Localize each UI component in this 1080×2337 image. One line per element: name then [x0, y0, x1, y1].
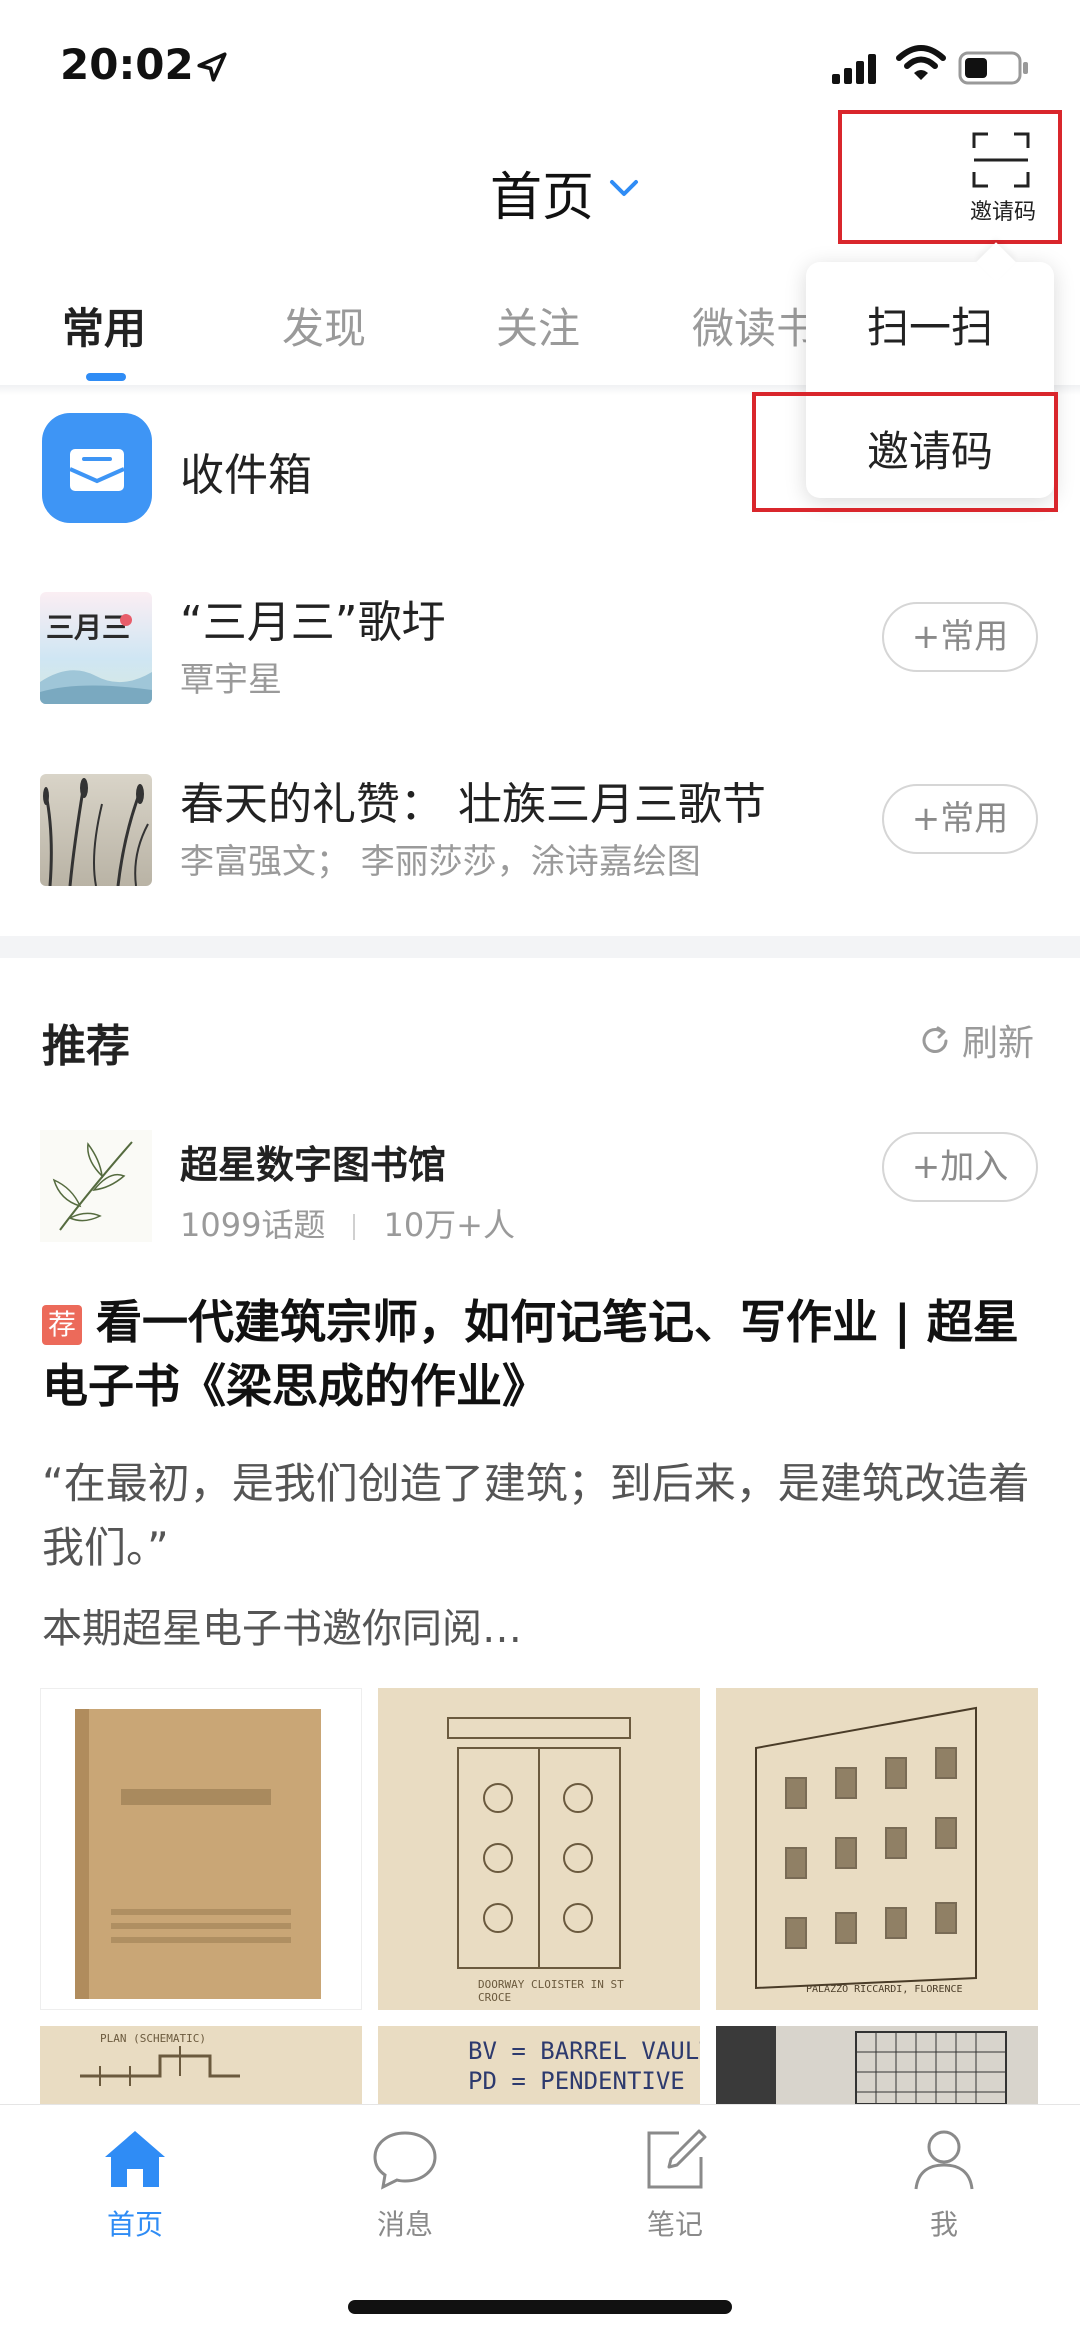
refresh-button[interactable]: 刷新	[962, 1014, 1034, 1066]
page-title[interactable]: 首页	[490, 155, 594, 230]
profile-icon	[914, 2130, 974, 2190]
image-caption: BV = BARREL VAULT. PD = PENDENTIVE DOME	[468, 2037, 700, 2095]
image-caption: DOORWAY CLOISTER IN ST CROCE	[478, 1978, 624, 2004]
nav-profile[interactable]: 我	[864, 2123, 1024, 2243]
nav-messages[interactable]: 消息	[325, 2123, 485, 2243]
article-image[interactable]: PALAZZO RICCARDI, FLORENCE	[716, 1688, 1038, 2010]
top-header: 首页 邀请码	[0, 110, 1080, 270]
chevron-down-icon[interactable]	[606, 170, 642, 206]
book-title: “三月三”歌圩	[180, 597, 446, 648]
inbox-label: 收件箱	[180, 450, 312, 501]
add-frequent-button[interactable]: +常用	[882, 784, 1038, 854]
tab-weidushu[interactable]: 微读书	[692, 295, 818, 356]
library-topics: 1099话题	[180, 1206, 326, 1244]
article-title-text: 看一代建筑宗师，如何记笔记、写作业 | 超星电子书《梁思成的作业》	[42, 1295, 1019, 1413]
tab-active-indicator	[86, 373, 126, 381]
scan-label: 邀请码	[969, 200, 1036, 225]
book-cover: 三月三	[40, 592, 152, 704]
refresh-icon[interactable]	[918, 1024, 952, 1058]
invite-code-highlight	[752, 392, 1058, 512]
article-intro: 本期超星电子书邀你同阅…	[42, 1606, 522, 1652]
tab-discover[interactable]: 发现	[282, 295, 366, 356]
scan-button-highlight[interactable]: 邀请码	[838, 110, 1062, 244]
list-item[interactable]: 三月三 “三月三”歌圩 覃宇星 +常用	[0, 580, 1080, 730]
book-author: 李富强文； 李丽莎莎，涂诗嘉绘图	[180, 842, 701, 882]
nav-label: 消息	[376, 2208, 433, 2241]
library-name[interactable]: 超星数字图书馆	[180, 1134, 446, 1189]
book-author: 覃宇星	[180, 660, 282, 700]
home-indicator	[348, 2300, 732, 2314]
article-quote: “在最初，是我们创造了建筑；到后来，是建筑改造着我们。”	[42, 1459, 1030, 1572]
image-caption: PALAZZO RICCARDI, FLORENCE	[806, 1984, 963, 1995]
article-image[interactable]	[40, 1688, 362, 2010]
article-image[interactable]	[716, 2026, 1038, 2104]
section-divider	[0, 936, 1080, 958]
status-time: 20:02	[60, 40, 194, 89]
add-frequent-button[interactable]: +常用	[882, 602, 1038, 672]
inbox-icon	[42, 413, 152, 523]
book-title: 春天的礼赞： 壮族三月三歌节	[180, 779, 766, 830]
book-cover	[40, 774, 152, 886]
scan-icon[interactable]	[972, 132, 1030, 188]
battery-icon	[958, 51, 1028, 85]
join-button[interactable]: +加入	[882, 1132, 1038, 1202]
note-icon	[647, 2129, 707, 2189]
library-members: 10万+人	[383, 1206, 515, 1244]
menu-item-scan[interactable]: 扫一扫	[806, 294, 1054, 355]
article-title[interactable]: 荐看一代建筑宗师，如何记笔记、写作业 | 超星电子书《梁思成的作业》	[42, 1290, 1042, 1418]
message-icon	[373, 2131, 437, 2190]
location-arrow-icon	[197, 52, 227, 82]
home-icon	[105, 2131, 165, 2187]
wifi-icon	[896, 45, 946, 80]
recommend-heading: 推荐	[42, 1021, 130, 1072]
library-meta: 1099话题 10万+人	[180, 1200, 515, 1246]
nav-home[interactable]: 首页	[55, 2123, 215, 2243]
nav-notes[interactable]: 笔记	[595, 2123, 755, 2243]
article-image[interactable]: DOORWAY CLOISTER IN ST CROCE	[378, 1688, 700, 2010]
nav-label: 首页	[106, 2208, 163, 2241]
tab-follow[interactable]: 关注	[496, 295, 580, 356]
list-item[interactable]: 春天的礼赞： 壮族三月三歌节 李富强文； 李丽莎莎，涂诗嘉绘图 +常用	[0, 762, 1080, 912]
tab-frequent[interactable]: 常用	[62, 295, 146, 356]
meta-divider	[353, 1214, 356, 1240]
article-image[interactable]: PLAN (SCHEMATIC)	[40, 2026, 362, 2104]
recommend-badge: 荐	[42, 1305, 82, 1345]
library-avatar[interactable]	[40, 1130, 152, 1242]
article-image[interactable]: BV = BARREL VAULT. PD = PENDENTIVE DOME	[378, 2026, 700, 2104]
cellular-signal-icon	[832, 54, 876, 84]
nav-label: 我	[929, 2208, 958, 2241]
nav-label: 笔记	[646, 2208, 703, 2241]
